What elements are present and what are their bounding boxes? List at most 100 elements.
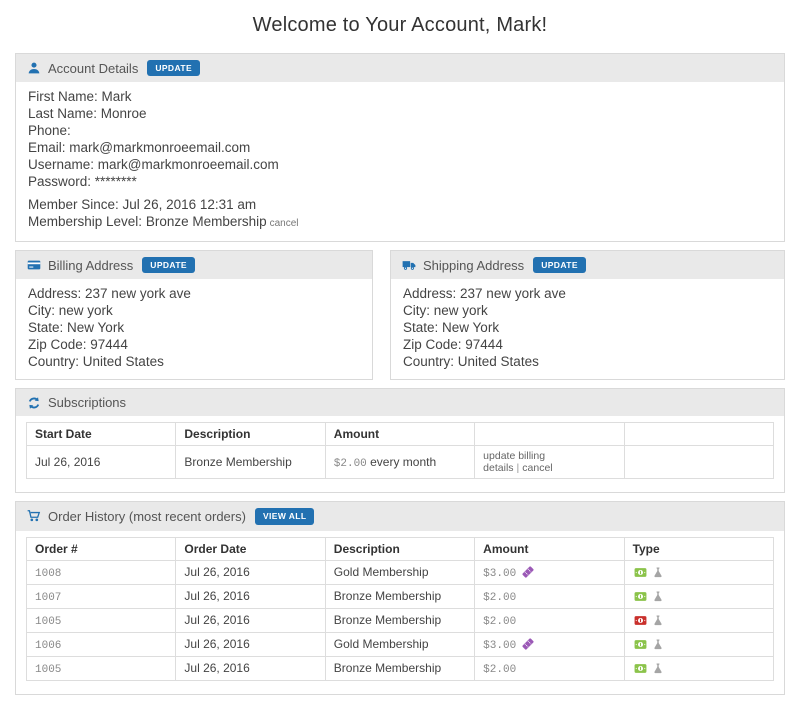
page-title: Welcome to Your Account, Mark!: [252, 14, 548, 36]
order-row: 1008 Jul 26, 2016 Gold Membership $3.00: [25, 559, 775, 585]
account-update-button[interactable]: UPDATE: [147, 60, 201, 77]
field-value: new york: [55, 303, 113, 319]
field-line: State: New York: [403, 319, 772, 336]
order-description: Gold Membership: [324, 631, 476, 657]
subscription-row: Jul 26, 2016 Bronze Membership $2.00 every…: [25, 445, 775, 480]
field-value: new york: [430, 303, 488, 319]
field-line: Phone:: [28, 122, 772, 139]
field-value: Monroe: [97, 106, 147, 122]
flask-icon: [652, 662, 664, 675]
order-date: Jul 26, 2016: [175, 583, 326, 609]
address-row: Billing Address UPDATE Address: 237 new …: [15, 250, 785, 388]
subscriptions-title: Subscriptions: [48, 395, 127, 411]
field-label: Zip Code:: [28, 337, 87, 353]
order-amount: $2.00: [474, 583, 625, 609]
field-label: Address:: [28, 286, 82, 302]
field-value: 97444: [461, 337, 503, 353]
field-value: ********: [91, 174, 137, 190]
order-number-value: 1005: [35, 663, 62, 676]
order-history-header-cell: Description: [324, 536, 476, 561]
field-label: State:: [28, 320, 64, 336]
field-line: First Name: Mark: [28, 88, 772, 105]
field-label: Membership Level:: [28, 214, 143, 230]
order-history-header: Order History (most recent orders) VIEW …: [16, 502, 784, 531]
field-label: Username:: [28, 157, 95, 173]
billing-update-button[interactable]: UPDATE: [142, 257, 195, 274]
order-row: 1007 Jul 26, 2016 Bronze Membership $2.00: [25, 583, 775, 609]
order-history-header-cell: Amount: [474, 536, 625, 561]
order-history-table-wrap: Order # Order Date Description Amount Type 1…: [16, 531, 784, 694]
subscriptions-header-cell: [623, 422, 775, 447]
subscriptions-header-cell: [474, 422, 625, 447]
order-number-value: 1007: [35, 591, 62, 604]
field-line: City: new york: [403, 302, 772, 319]
field-value: Mark: [97, 89, 132, 105]
order-amount: $3.00: [474, 631, 625, 657]
order-number-value: 1006: [35, 639, 62, 652]
cancel-membership-link[interactable]: cancel: [270, 218, 299, 229]
truck-icon: [402, 258, 416, 272]
field-value: 97444: [86, 337, 128, 353]
ticket-icon: [521, 637, 535, 651]
field-line: Address: 237 new york ave: [28, 285, 360, 302]
flask-icon: [652, 638, 664, 651]
money-bill-icon: [633, 638, 648, 651]
field-line: Last Name: Monroe: [28, 105, 772, 122]
field-label: Last Name:: [28, 106, 98, 122]
order-date: Jul 26, 2016: [175, 607, 326, 633]
shipping-fields: Address: 237 new york ave City: new york S…: [391, 279, 784, 379]
field-line: Zip Code: 97444: [403, 336, 772, 353]
field-value: United States: [79, 354, 164, 370]
field-label: Country:: [28, 354, 80, 370]
order-description: Bronze Membership: [324, 607, 476, 633]
field-line: Member Since: Jul 26, 2016 12:31 am: [28, 196, 772, 213]
field-line: Country: United States: [403, 353, 772, 370]
field-label: Password:: [28, 174, 92, 190]
field-label: Country:: [403, 354, 455, 370]
order-description: Gold Membership: [324, 559, 476, 585]
account-details-body: First Name: Mark Last Name: Monroe Phone: E…: [16, 82, 784, 241]
ticket-icon: [521, 565, 535, 579]
subscriptions-header-row: Start Date Description Amount: [25, 422, 775, 447]
subscription-action-link[interactable]: cancel: [522, 462, 552, 474]
order-description: Bronze Membership: [324, 583, 476, 609]
shipping-address-title: Shipping Address: [423, 257, 525, 273]
field-value: New York: [438, 320, 500, 336]
subscriptions-header-cell: Description: [175, 422, 326, 447]
order-type: [623, 631, 775, 657]
user-icon: [27, 61, 41, 75]
field-line: City: new york: [28, 302, 360, 319]
money-bill-icon: [633, 590, 648, 603]
order-history-header-cell: Order Date: [175, 536, 326, 561]
subscription-start-date: Jul 26, 2016: [25, 445, 177, 480]
field-line: Country: United States: [28, 353, 360, 370]
field-label: Address:: [403, 286, 457, 302]
order-history-header-cell: Order #: [25, 536, 177, 561]
shipping-update-button[interactable]: UPDATE: [533, 257, 586, 274]
account-details-header: Account Details UPDATE: [16, 54, 784, 83]
subscriptions-body: Jul 26, 2016 Bronze Membership $2.00 every…: [25, 445, 775, 480]
field-label: State:: [403, 320, 439, 336]
field-line: Zip Code: 97444: [28, 336, 360, 353]
order-amount-value: $2.00: [483, 663, 517, 676]
order-amount: $3.00: [474, 559, 625, 585]
subscriptions-section: Subscriptions Start Date Description Amoun…: [15, 388, 785, 494]
order-amount-value: $2.00: [483, 615, 517, 628]
field-label: First Name:: [28, 89, 98, 105]
order-date: Jul 26, 2016: [175, 559, 326, 585]
view-all-button[interactable]: VIEW ALL: [254, 508, 315, 525]
order-number: 1007: [25, 583, 177, 609]
field-value: Bronze Membership: [142, 214, 267, 230]
billing-address-section: Billing Address UPDATE Address: 237 new …: [15, 250, 373, 381]
billing-fields: Address: 237 new york ave City: new york S…: [16, 279, 372, 379]
account-page: Welcome to Your Account, Mark! Account D…: [0, 0, 800, 711]
order-amount-value: $3.00: [483, 639, 517, 652]
order-history-header-row: Order # Order Date Description Amount Type: [25, 536, 775, 561]
shipping-address-header: Shipping Address UPDATE: [391, 251, 784, 280]
shipping-address-section: Shipping Address UPDATE Address: 237 new…: [390, 250, 785, 381]
order-date: Jul 26, 2016: [175, 631, 326, 657]
flask-icon: [652, 614, 664, 627]
field-line: Password: ********: [28, 173, 772, 190]
order-type: [623, 583, 775, 609]
field-value: New York: [63, 320, 125, 336]
